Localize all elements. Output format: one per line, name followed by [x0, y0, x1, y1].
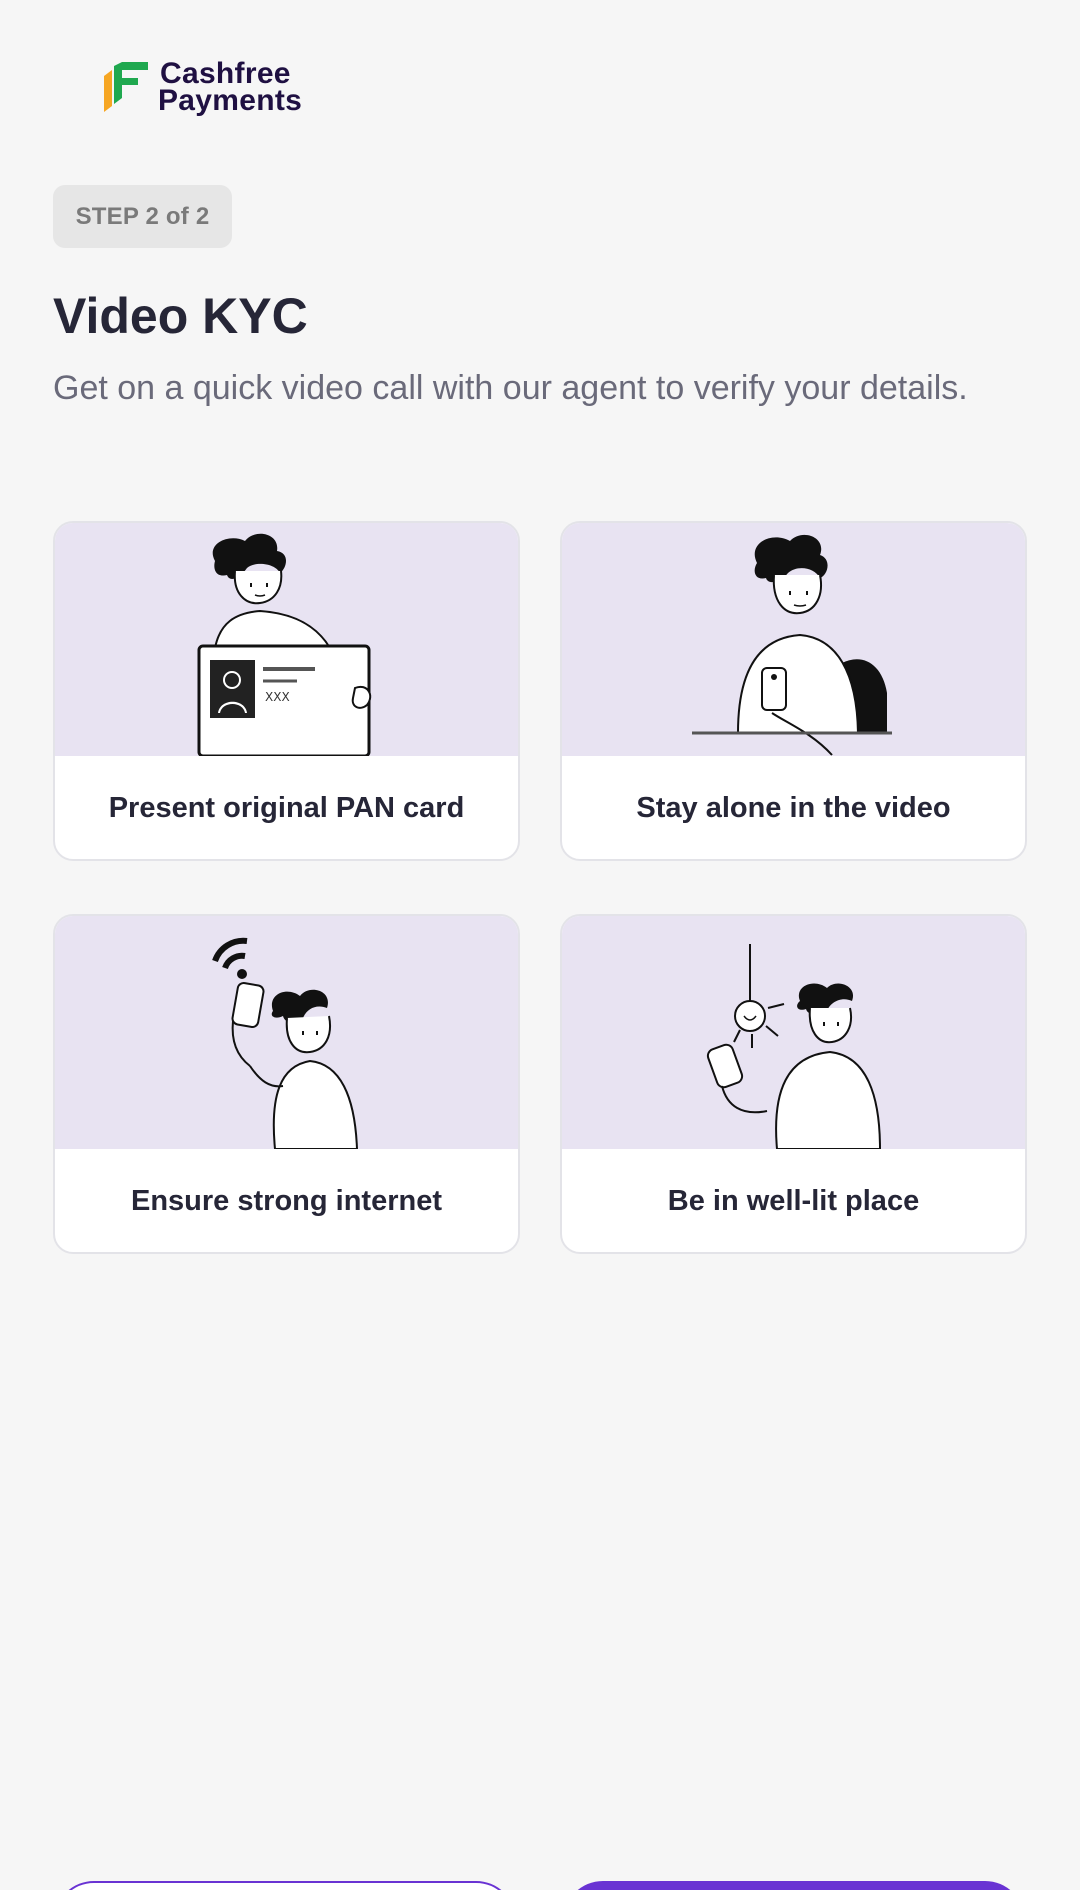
logo-line-2: Payments: [158, 84, 303, 117]
step-badge: STEP 2 of 2: [53, 185, 232, 248]
primary-action-button[interactable]: [563, 1881, 1025, 1890]
card-label-internet: Ensure strong internet: [131, 1185, 442, 1217]
cashfree-logo: Cashfree Payments: [100, 57, 303, 117]
bulb-illustration-icon: [562, 916, 1025, 1149]
card-well-lit: Be in well-lit place: [560, 914, 1027, 1254]
pan-card-illustration-icon: XXX: [55, 523, 518, 756]
kyc-page: Cashfree Payments STEP 2 of 2 Video KYC …: [0, 0, 1080, 1890]
card-label-lit: Be in well-lit place: [667, 1185, 920, 1217]
card-label-alone: Stay alone in the video: [636, 792, 951, 824]
page-subtitle: Get on a quick video call with our agent…: [53, 369, 968, 407]
wifi-illustration-icon: [55, 916, 518, 1149]
cashfree-logo-icon: [100, 60, 150, 114]
card-strong-internet: Ensure strong internet: [53, 914, 520, 1254]
logo-wordmark: Cashfree Payments: [158, 57, 303, 117]
card-stay-alone: Stay alone in the video: [560, 521, 1027, 861]
secondary-action-button[interactable]: [54, 1881, 516, 1890]
card-present-pan: XXX Present original PAN card: [53, 521, 520, 861]
page-title: Video KYC: [53, 288, 308, 344]
svg-text:XXX: XXX: [265, 690, 290, 704]
card-label-pan: Present original PAN card: [108, 792, 465, 824]
alone-illustration-icon: [562, 523, 1025, 756]
logo-line-1: Cashfree: [160, 57, 291, 90]
